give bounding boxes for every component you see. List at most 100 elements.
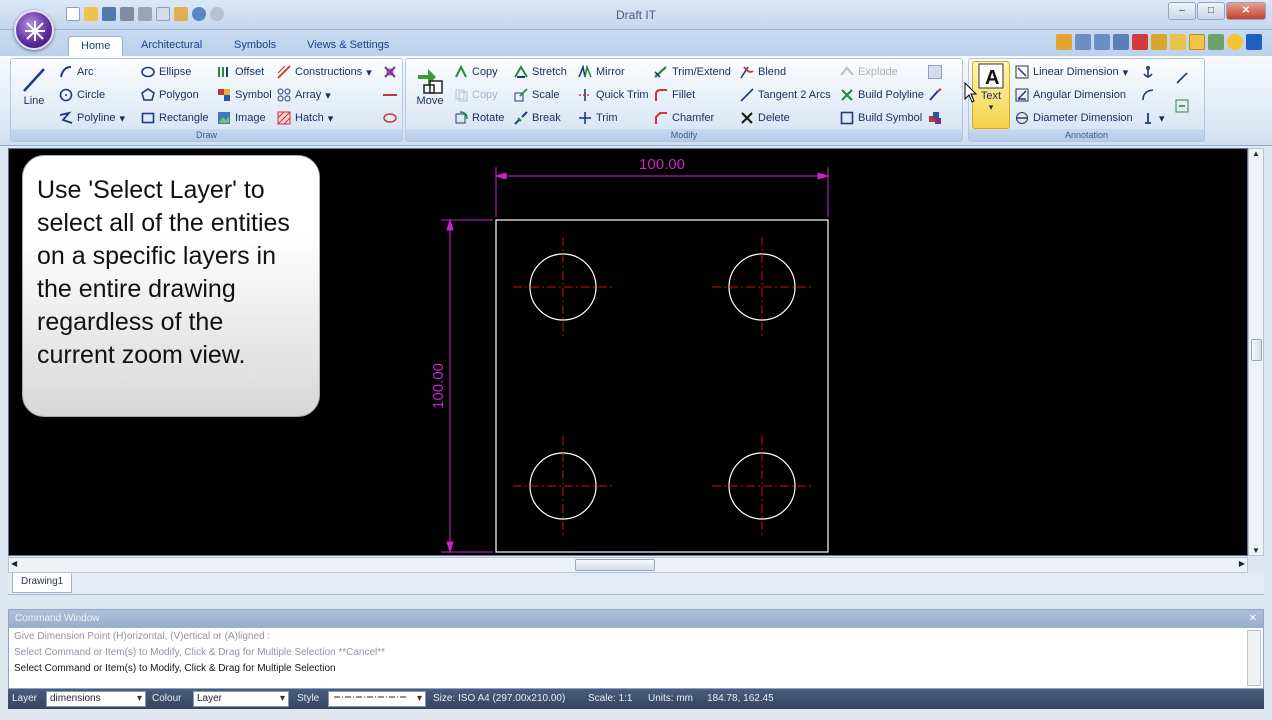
zoom-out-icon[interactable] xyxy=(1094,34,1110,50)
scroll-up-icon[interactable]: ▲ xyxy=(1252,149,1260,158)
copy-disabled-button[interactable]: Copy xyxy=(454,86,498,104)
ellipse-button[interactable]: Ellipse xyxy=(141,63,191,81)
annotation-group: A Text ▾ Linear Dimension ▾ Angular Dime… xyxy=(968,58,1205,142)
angular-dimension-button[interactable]: Angular Dimension xyxy=(1015,86,1126,104)
anchor-button[interactable] xyxy=(1141,63,1155,81)
dash-line-icon xyxy=(383,88,397,102)
brush-icon xyxy=(928,88,942,102)
maximize-button[interactable]: □ xyxy=(1197,2,1225,20)
info-icon[interactable] xyxy=(1246,34,1262,50)
grid-icon[interactable] xyxy=(1132,34,1148,50)
properties-icon[interactable] xyxy=(1208,34,1224,50)
horizontal-scroll-thumb[interactable] xyxy=(575,559,655,571)
insert-button[interactable] xyxy=(1175,97,1189,115)
offset-button[interactable]: Offset xyxy=(217,63,264,81)
tab-symbols[interactable]: Symbols xyxy=(234,36,276,56)
diameter-dimension-button[interactable]: Diameter Dimension xyxy=(1015,109,1133,127)
delete-button[interactable]: Delete xyxy=(740,109,790,127)
style-select[interactable] xyxy=(328,691,426,707)
chamfer-button[interactable]: Chamfer xyxy=(654,109,714,127)
quick-trim-button[interactable]: Quick Trim xyxy=(578,86,649,104)
polygon-button[interactable]: Polygon xyxy=(141,86,199,104)
polyline-button[interactable]: Polyline ▾ xyxy=(59,109,125,127)
blend-button[interactable]: Blend xyxy=(740,63,786,81)
tab-drawing1[interactable]: Drawing1 xyxy=(12,573,73,593)
symbol-button[interactable]: Symbol xyxy=(217,86,272,104)
hatch-button[interactable]: Hatch ▾ xyxy=(277,109,333,127)
command-prompt-line[interactable]: Select Command or Item(s) to Modify, Cli… xyxy=(9,661,1263,677)
layers-icon[interactable] xyxy=(1189,34,1205,50)
hole-top-right[interactable] xyxy=(712,237,812,337)
insert-icon xyxy=(1175,99,1189,113)
vertical-scroll-thumb[interactable] xyxy=(1251,339,1262,361)
close-command-window-icon[interactable]: ✕ xyxy=(1249,610,1257,628)
vertical-scrollbar[interactable]: ▲ ▼ xyxy=(1248,148,1264,556)
rotate-button[interactable]: Rotate xyxy=(454,109,504,127)
vertical-dimension-text[interactable]: 100.00 xyxy=(430,363,447,409)
horizontal-dimension-text[interactable]: 100.00 xyxy=(639,156,685,173)
arc-button[interactable]: Arc xyxy=(59,63,94,81)
copy-button[interactable]: Copy xyxy=(454,63,498,81)
trim-extend-button[interactable]: Trim/Extend xyxy=(654,63,731,81)
leader-button[interactable] xyxy=(1141,86,1155,104)
line-style-button[interactable] xyxy=(1175,69,1189,87)
constructions-button[interactable]: Constructions ▾ xyxy=(277,63,372,81)
break-icon xyxy=(514,111,528,125)
horizontal-dimension[interactable] xyxy=(494,167,830,217)
break-button[interactable]: Break xyxy=(514,109,561,127)
command-scrollbar[interactable] xyxy=(1247,630,1261,686)
scale-button[interactable]: Scale xyxy=(514,86,560,104)
build-polyline-button[interactable]: Build Polyline xyxy=(840,86,924,104)
match-properties-button[interactable] xyxy=(928,86,942,104)
fillet-button[interactable]: Fillet xyxy=(654,86,695,104)
help-icon[interactable] xyxy=(1227,34,1243,50)
scroll-right-icon[interactable]: ▶ xyxy=(1239,559,1245,568)
fillet-icon xyxy=(654,88,668,102)
pattern-button[interactable] xyxy=(383,63,397,81)
close-button[interactable]: ✕ xyxy=(1226,2,1266,20)
scroll-down-icon[interactable]: ▼ xyxy=(1252,546,1260,555)
trim-button[interactable]: Trim xyxy=(578,109,618,127)
trim-extend-label: Trim/Extend xyxy=(672,66,731,78)
rectangle-button[interactable]: Rectangle xyxy=(141,109,209,127)
tab-views-settings[interactable]: Views & Settings xyxy=(307,36,389,56)
build-symbol-button[interactable]: Build Symbol xyxy=(840,109,922,127)
circle-button[interactable]: Circle xyxy=(59,86,105,104)
array-button[interactable]: Array ▾ xyxy=(277,86,331,104)
zoom-extents-icon[interactable] xyxy=(1056,34,1072,50)
hole-bottom-right[interactable] xyxy=(712,436,812,536)
minimize-button[interactable]: – xyxy=(1168,2,1196,20)
ortho-icon[interactable] xyxy=(1170,34,1186,50)
plate-outline[interactable] xyxy=(495,219,829,553)
colour-select[interactable]: Layer xyxy=(193,691,289,707)
tab-home[interactable]: Home xyxy=(68,36,124,56)
cloud-button[interactable] xyxy=(383,109,397,127)
vertical-dimension[interactable] xyxy=(441,218,493,554)
layer-select[interactable]: dimensions xyxy=(46,691,146,707)
hole-top-left[interactable] xyxy=(513,237,613,337)
move-button[interactable]: Move xyxy=(412,65,448,107)
tangent-2-arcs-icon xyxy=(740,88,754,102)
linear-dimension-button[interactable]: Linear Dimension ▾ xyxy=(1015,63,1128,81)
point-button[interactable]: ▾ xyxy=(1141,109,1165,127)
properties-button[interactable] xyxy=(928,63,942,81)
app-menu-button[interactable] xyxy=(14,10,54,50)
tab-architectural[interactable]: Architectural xyxy=(141,36,202,56)
colour-button[interactable] xyxy=(928,109,942,127)
snap-icon[interactable] xyxy=(1151,34,1167,50)
horizontal-scrollbar[interactable]: ◀ ▶ xyxy=(8,557,1248,573)
zoom-in-icon[interactable] xyxy=(1075,34,1091,50)
line-button[interactable]: Line xyxy=(19,65,49,107)
pan-icon[interactable] xyxy=(1113,34,1129,50)
tutorial-callout: Use 'Select Layer' to select all of the … xyxy=(22,155,320,417)
dash-line-button[interactable] xyxy=(383,86,397,104)
colour-label: Colour xyxy=(152,693,182,704)
tangent-2-arcs-button[interactable]: Tangent 2 Arcs xyxy=(740,86,831,104)
explode-button[interactable]: Explode xyxy=(840,63,898,81)
hole-bottom-left[interactable] xyxy=(513,436,613,536)
image-button[interactable]: Image xyxy=(217,109,266,127)
scroll-left-icon[interactable]: ◀ xyxy=(11,559,17,568)
stretch-button[interactable]: Stretch xyxy=(514,63,567,81)
anchor-icon xyxy=(1141,65,1155,79)
mirror-button[interactable]: Mirror xyxy=(578,63,625,81)
